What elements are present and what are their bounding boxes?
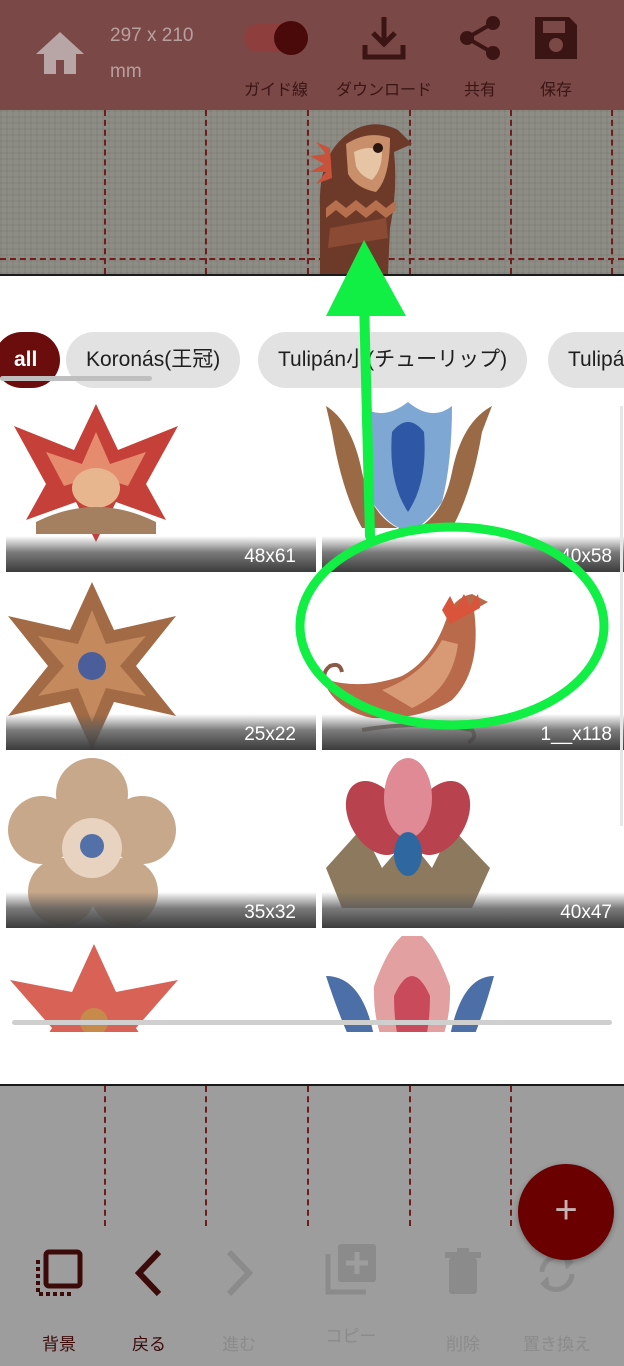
motif-card[interactable]: 40x58	[322, 402, 624, 572]
motif-card[interactable]	[6, 936, 316, 1032]
save-button[interactable]: 保存	[524, 6, 588, 100]
motif-grid: 48x61 40x58 25x22 1__x118 35x32 40x47	[0, 402, 624, 1032]
toggle-switch[interactable]	[244, 21, 308, 55]
grid-vertical-scrollbar[interactable]	[620, 406, 623, 826]
save-icon	[535, 17, 577, 59]
guide-line	[104, 1086, 106, 1226]
background-button[interactable]: 背景	[14, 1238, 104, 1355]
trash-icon	[445, 1248, 481, 1294]
category-chip-tulipan[interactable]: Tulipán	[548, 332, 624, 388]
category-chip-tulipan-small[interactable]: Tulipán小(チューリップ)	[258, 332, 528, 388]
delete-button[interactable]: 削除	[418, 1238, 508, 1355]
motif-size-label: 25x22	[6, 714, 316, 750]
grid-horizontal-scrollbar[interactable]	[12, 1020, 612, 1025]
delete-label: 削除	[446, 1335, 480, 1354]
guide-line	[205, 1086, 207, 1226]
share-button[interactable]: 共有	[448, 6, 512, 100]
guide-line	[307, 1086, 309, 1226]
motif-size-label: 40x58	[322, 536, 624, 572]
copy-button[interactable]: コピー	[306, 1234, 396, 1347]
share-icon	[460, 16, 500, 60]
background-layers-icon	[36, 1249, 83, 1296]
guide-line	[205, 110, 207, 274]
back-label: 戻る	[132, 1335, 166, 1354]
guide-line	[510, 110, 512, 274]
chip-scrollbar[interactable]	[0, 376, 152, 381]
motif-card[interactable]: 40x47	[322, 758, 624, 928]
coral-star-flower-icon	[10, 944, 178, 1032]
guide-line	[409, 1086, 411, 1226]
bird-motif-on-canvas[interactable]	[290, 108, 420, 279]
motif-card[interactable]: 25x22	[6, 580, 316, 750]
guide-line	[510, 1086, 512, 1226]
download-label: ダウンロード	[335, 82, 432, 99]
motif-size-label: 40x47	[322, 892, 624, 928]
motif-card[interactable]	[322, 936, 624, 1032]
share-label: 共有	[463, 82, 496, 99]
guide-label: ガイド線	[243, 82, 308, 99]
motif-size-label: 1__x118	[322, 714, 624, 750]
chevron-left-icon	[134, 1249, 162, 1297]
forward-label: 進む	[222, 1335, 256, 1354]
background-label: 背景	[42, 1335, 76, 1354]
guide-line	[611, 110, 613, 274]
guide-line	[104, 110, 106, 274]
forward-button[interactable]: 進む	[194, 1238, 284, 1355]
download-button[interactable]: ダウンロード	[328, 6, 440, 100]
motif-picker-panel: all Koronás(王冠) Tulipán小(チューリップ) Tulipán…	[0, 274, 624, 1086]
motif-size-label: 48x61	[6, 536, 316, 572]
motif-card[interactable]: 1__x118	[322, 580, 624, 750]
chevron-right-icon	[226, 1249, 254, 1297]
top-toolbar: 297 x 210 mm ガイド線 ダウンロード 共有 保存	[0, 0, 624, 110]
pink-blue-tulip-icon	[326, 936, 494, 1032]
copy-add-icon	[325, 1244, 376, 1295]
save-label: 保存	[539, 82, 572, 99]
add-button[interactable]: +	[518, 1164, 614, 1260]
back-button[interactable]: 戻る	[104, 1238, 194, 1355]
copy-label: コピー	[325, 1327, 377, 1346]
motif-card[interactable]: 48x61	[6, 402, 316, 572]
motif-card[interactable]: 35x32	[6, 758, 316, 928]
home-icon[interactable]	[34, 28, 86, 78]
download-icon	[362, 17, 406, 60]
motif-size-label: 35x32	[6, 892, 316, 928]
paper-size-label: 297 x 210 mm	[110, 25, 194, 82]
replace-label: 置き換え	[523, 1335, 591, 1354]
guide-toggle[interactable]: ガイド線	[236, 6, 316, 100]
